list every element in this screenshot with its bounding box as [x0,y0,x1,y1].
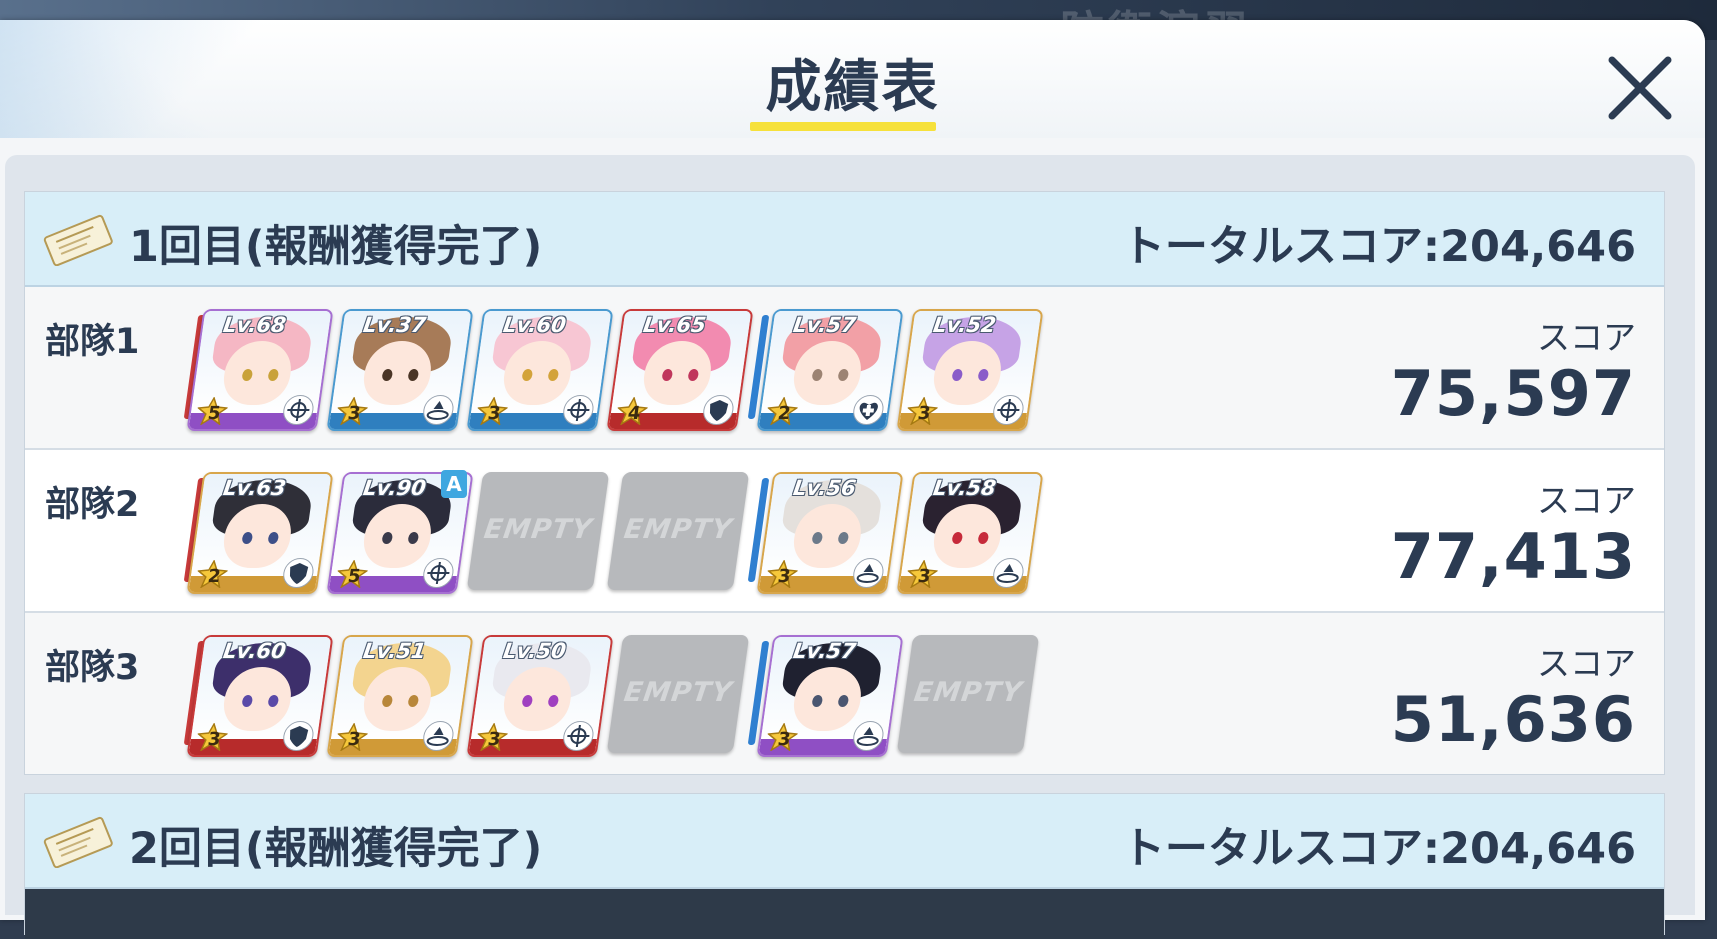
level-label: Lv.63 [221,476,288,500]
level-label: Lv.52 [931,313,998,337]
score-label: スコア [1537,481,1636,520]
ticket-icon [43,214,113,266]
score-label: スコア [1537,644,1636,683]
squad-row: 部隊3 Lv.60 3 Lv.51 3 Lv.50 3 EMPTY Lv.57 3 EMPTY スコア… [25,613,1664,774]
empty-label: EMPTY [911,677,1025,708]
round-header: 1回目(報酬獲得完了) トータルスコア:204,646 [25,192,1664,287]
score-sheet-modal: 成績表 1回目(報酬獲得完了) トータルスコア:204,646 部隊1 Lv.6… [0,20,1705,939]
modal-header: 成績表 [0,20,1705,138]
empty-slot[interactable]: EMPTY [466,472,610,590]
empty-label: EMPTY [621,677,735,708]
modal-title: 成績表 [765,55,940,120]
level-label: Lv.58 [931,476,998,500]
level-label: Lv.60 [221,639,288,663]
empty-slot[interactable]: EMPTY [896,635,1040,753]
total-score: トータルスコア:204,646 [1121,222,1636,272]
squad-label: 部隊3 [45,648,140,688]
student-card[interactable]: Lv.57 3 [756,635,904,757]
level-label: Lv.65 [641,313,708,337]
level-label: Lv.50 [501,639,568,663]
round-card: 1回目(報酬獲得完了) トータルスコア:204,646 部隊1 Lv.68 5 Lv.… [24,191,1665,775]
squad-label: 部隊1 [45,322,140,362]
empty-slot[interactable]: EMPTY [606,635,750,753]
level-label: Lv.68 [221,313,288,337]
score-value: 51,636 [1390,683,1636,756]
level-label: Lv.37 [361,313,428,337]
assist-badge: A [441,470,467,498]
student-card[interactable]: Lv.58 3 [896,472,1044,594]
next-row-preview [25,889,1664,939]
squad-label: 部隊2 [45,485,140,525]
round-title: 2回目(報酬獲得完了) [129,824,543,874]
student-card[interactable]: Lv.63 2 [186,472,334,594]
student-card[interactable]: Lv.60 3 [466,309,614,431]
level-label: Lv.57 [791,313,858,337]
round-card: 2回目(報酬獲得完了) トータルスコア:204,646 [24,793,1665,939]
close-icon [1608,56,1672,120]
squad-list: 部隊1 Lv.68 5 Lv.37 3 Lv.60 3 Lv.65 4 Lv.57 2 Lv.52 3 ス… [25,287,1664,774]
level-label: Lv.51 [361,639,428,663]
round-title: 1回目(報酬獲得完了) [129,222,543,272]
student-card[interactable]: Lv.57 2 [756,309,904,431]
close-button[interactable] [1600,48,1680,128]
student-card[interactable]: Lv.65 4 [606,309,754,431]
student-card[interactable]: Lv.68 5 [186,309,334,431]
empty-label: EMPTY [481,514,595,545]
rounds-list[interactable]: 1回目(報酬獲得完了) トータルスコア:204,646 部隊1 Lv.68 5 Lv.… [5,155,1695,939]
level-label: Lv.60 [501,313,568,337]
ticket-icon [43,816,113,868]
student-card[interactable]: Lv.60 3 [186,635,334,757]
title-underline [750,122,936,131]
total-score: トータルスコア:204,646 [1121,824,1636,874]
score-label: スコア [1537,318,1636,357]
student-card[interactable]: Lv.37 3 [326,309,474,431]
squad-row: 部隊1 Lv.68 5 Lv.37 3 Lv.60 3 Lv.65 4 Lv.57 2 Lv.52 3 ス… [25,287,1664,450]
student-card[interactable]: Lv.52 3 [896,309,1044,431]
score-value: 75,597 [1390,357,1636,430]
student-card[interactable]: Lv.51 3 [326,635,474,757]
level-label: Lv.90 [361,476,428,500]
level-label: Lv.57 [791,639,858,663]
squad-row: 部隊2 Lv.63 2 Lv.90 5 A EMPTY EMPTY Lv.56 3 Lv.58 3 スコ… [25,450,1664,613]
score-value: 77,413 [1390,520,1636,593]
student-card[interactable]: Lv.50 3 [466,635,614,757]
level-label: Lv.56 [791,476,858,500]
empty-label: EMPTY [621,514,735,545]
student-card[interactable]: Lv.56 3 [756,472,904,594]
round-header: 2回目(報酬獲得完了) トータルスコア:204,646 [25,794,1664,889]
empty-slot[interactable]: EMPTY [606,472,750,590]
